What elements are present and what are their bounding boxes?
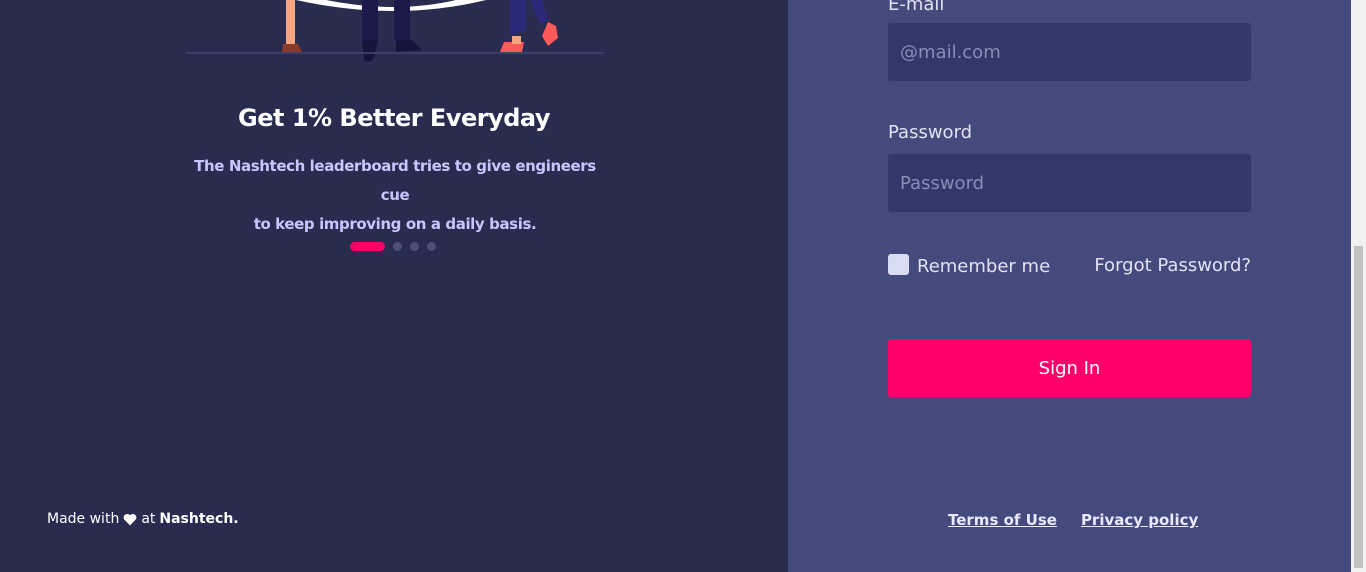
- password-field[interactable]: [888, 154, 1251, 212]
- remember-me[interactable]: Remember me: [888, 252, 1050, 277]
- carousel-dot-1[interactable]: [350, 242, 385, 251]
- credit-prefix: Made with: [47, 511, 120, 527]
- terms-of-use-link[interactable]: Terms of Use: [948, 511, 1057, 529]
- login-form-panel: [788, 0, 1351, 572]
- vertical-scrollbar[interactable]: [1351, 0, 1366, 572]
- forgot-password-link[interactable]: Forgot Password?: [1094, 255, 1251, 276]
- credit-connector: at: [141, 511, 156, 527]
- email-label: E-mail: [888, 0, 945, 15]
- carousel-dot-3[interactable]: [410, 242, 419, 251]
- heart-icon: [123, 513, 137, 525]
- privacy-policy-link[interactable]: Privacy policy: [1081, 511, 1198, 529]
- people-illustration: [186, 0, 604, 62]
- remember-checkbox[interactable]: [888, 254, 909, 275]
- password-label: Password: [888, 122, 973, 143]
- hero-panel: Get 1% Better Everyday The Nashtech lead…: [0, 0, 788, 572]
- carousel-dot-2[interactable]: [393, 242, 402, 251]
- scrollbar-thumb[interactable]: [1354, 246, 1363, 568]
- made-with-credit: Made with at Nashtech.: [47, 511, 239, 527]
- carousel-indicators: [350, 242, 436, 251]
- email-field[interactable]: [888, 23, 1251, 81]
- hero-subtitle-line-2: to keep improving on a daily basis.: [253, 215, 537, 233]
- sign-in-button[interactable]: Sign In: [888, 339, 1251, 397]
- credit-brand: Nashtech.: [159, 511, 239, 527]
- hero-subtitle: The Nashtech leaderboard tries to give e…: [186, 152, 604, 239]
- hero-subtitle-line-1: The Nashtech leaderboard tries to give e…: [194, 157, 596, 204]
- remember-label[interactable]: Remember me: [917, 256, 1050, 277]
- login-page: Get 1% Better Everyday The Nashtech lead…: [0, 0, 1366, 572]
- footer-links: Terms of Use Privacy policy: [948, 511, 1198, 529]
- hero-title: Get 1% Better Everyday: [238, 104, 550, 132]
- carousel-dot-4[interactable]: [427, 242, 436, 251]
